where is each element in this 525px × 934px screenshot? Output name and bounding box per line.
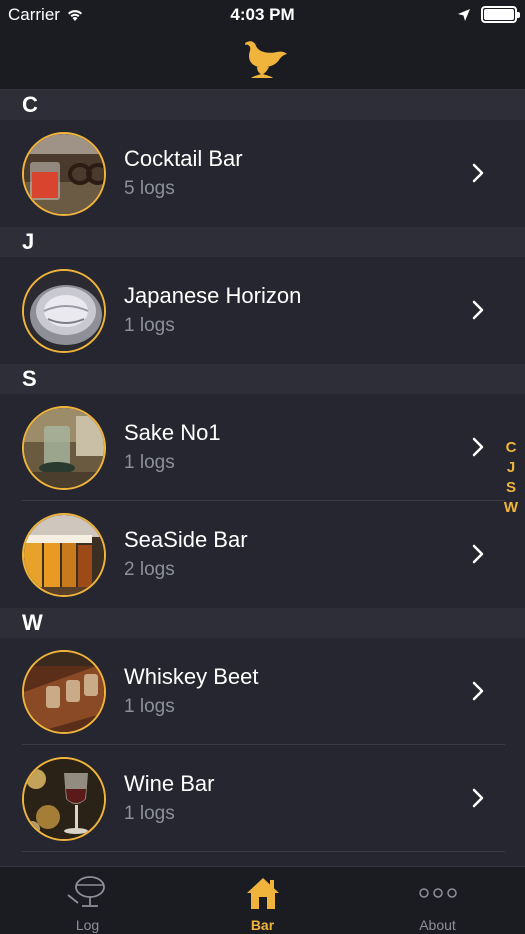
bar-thumbnail [22,132,106,216]
tab-about[interactable]: About [350,867,525,934]
index-letter-s[interactable]: S [506,478,516,498]
bar-thumbnail [22,269,106,353]
bar-row-japanese-horizon[interactable]: Japanese Horizon 1 logs [0,257,525,364]
tab-log-label: Log [75,917,100,933]
section-header-c: C [0,90,525,120]
chevron-right-icon [472,300,484,320]
tab-bar[interactable]: Bar [175,867,350,934]
index-letter-j[interactable]: J [507,458,515,478]
bar-name: Cocktail Bar [124,146,243,171]
nav-bar [0,30,525,90]
bar-name: Japanese Horizon [124,283,302,308]
log-count: 1 logs [124,315,175,336]
location-arrow-icon [458,8,470,21]
bar-list: C Cocktail Bar 5 logs J Japanese Horizon… [0,90,525,866]
chevron-right-icon [472,544,484,564]
more-dots-icon [418,888,457,898]
bar-name: SeaSide Bar [124,527,248,552]
house-icon [246,878,279,909]
bar-name: Sake No1 [124,420,221,445]
bar-thumbnail [22,406,106,490]
bar-thumbnail [22,650,106,734]
section-header-s: S [0,364,525,394]
row-divider [22,851,505,852]
bird-icon [244,40,287,78]
chevron-right-icon [472,681,484,701]
index-letter-c[interactable]: C [506,438,517,458]
status-time: 4:03 PM [230,5,295,24]
bar-name: Whiskey Beet [124,664,259,689]
bar-row-wine-bar[interactable]: Wine Bar 1 logs [0,745,525,852]
bar-row-cocktail-bar[interactable]: Cocktail Bar 5 logs [0,120,525,227]
section-header-w: W [0,608,525,638]
log-count: 2 logs [124,559,175,580]
index-letter-w[interactable]: W [504,498,518,518]
section-header-j: J [0,227,525,257]
tab-log[interactable]: Log [0,867,175,934]
bar-thumbnail [22,513,106,597]
bar-row-sake-no1[interactable]: Sake No1 1 logs [0,394,525,501]
log-count: 1 logs [124,803,175,824]
log-count: 5 logs [124,178,175,199]
tab-about-label: About [419,917,456,933]
bar-name: Wine Bar [124,771,215,796]
status-right [457,6,520,23]
section-index[interactable]: C J S W [501,438,521,518]
bar-row-seaside-bar[interactable]: SeaSide Bar 2 logs [0,501,525,608]
bar-row-whiskey-beet[interactable]: Whiskey Beet 1 logs [0,638,525,745]
bar-thumbnail [22,757,106,841]
log-count: 1 logs [124,452,175,473]
glass-icon [66,876,105,907]
tab-bar-label: Bar [250,917,275,933]
chevron-right-icon [472,163,484,183]
battery-icon [481,6,520,23]
tab-bar: Log Bar About [0,866,525,934]
status-bar: Carrier 4:03 PM [0,0,525,30]
log-count: 1 logs [124,696,175,717]
chevron-right-icon [472,788,484,808]
chevron-right-icon [472,437,484,457]
